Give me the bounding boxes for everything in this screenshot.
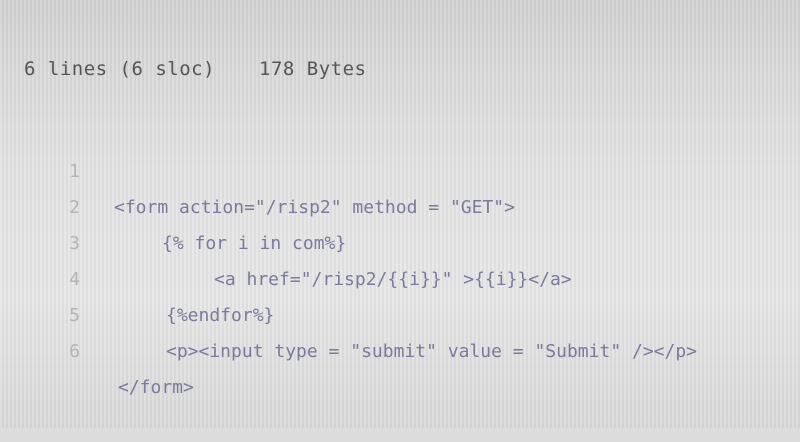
line-count: 6 lines (6 sloc) <box>24 58 216 80</box>
file-info: 6 lines (6 sloc) 178 Bytes <box>24 58 366 80</box>
code-block: 1 <form action="/risp2" method = "GET"> … <box>0 118 800 398</box>
code-line: 6 </form> <box>0 298 800 398</box>
file-size: 178 Bytes <box>259 58 367 80</box>
code-text: <p><input type = "submit" value = "Submi… <box>166 341 698 362</box>
code-line: 2 {% for i in com%} <box>0 154 800 254</box>
line-number[interactable]: 6 <box>56 334 80 370</box>
code-line: 4 {%endfor%} <box>0 226 800 326</box>
code-line: 3 <a href="/risp2/{{i}}" >{{i}}</a> <box>0 190 800 290</box>
code-line: 1 <form action="/risp2" method = "GET"> <box>0 118 800 218</box>
code-viewer-screen: 6 lines (6 sloc) 178 Bytes 1 <form action… <box>0 0 800 428</box>
code-text: </form> <box>118 377 194 398</box>
code-line: 5 <p><input type = "submit" value = "Sub… <box>0 262 800 362</box>
